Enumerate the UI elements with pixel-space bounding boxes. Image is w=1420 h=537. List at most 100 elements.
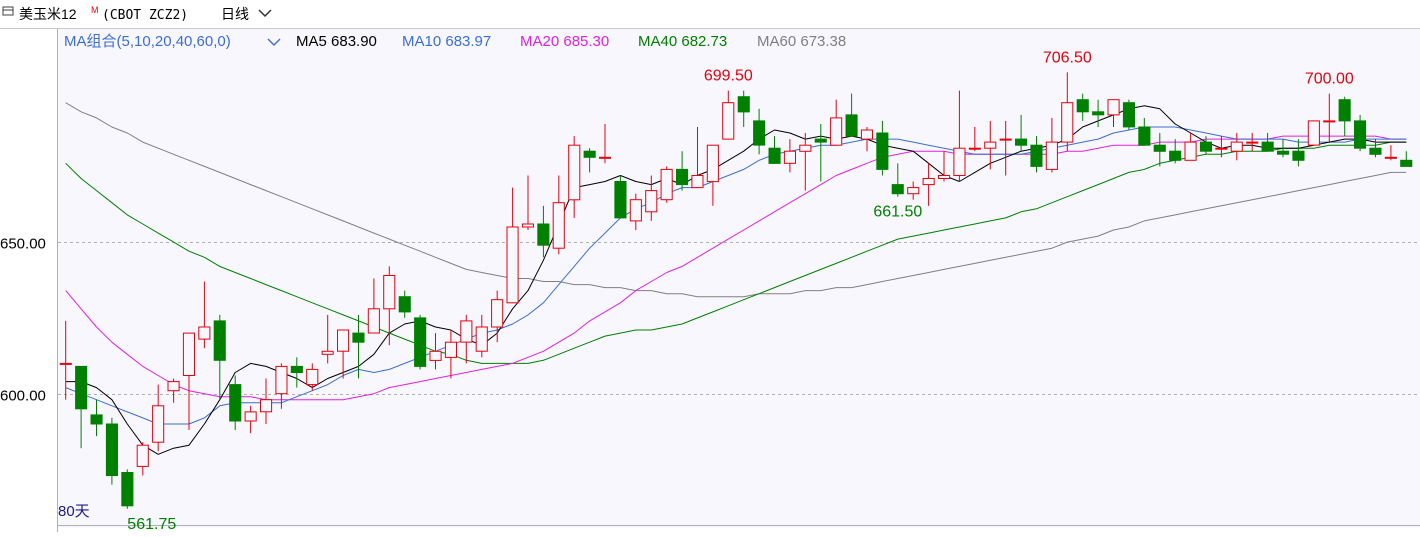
candle-body-up — [198, 326, 211, 340]
candle-body-down — [1138, 126, 1151, 146]
candle-body-up — [1384, 156, 1397, 159]
title-bar-content: 美玉米12 M (CBOT ZCZ2) 日线 — [2, 5, 272, 23]
candle-body-up — [59, 362, 72, 365]
candle-body-up — [506, 226, 519, 304]
candle-body-up — [1307, 120, 1320, 146]
candle-body-up — [306, 368, 319, 386]
candle-body-down — [537, 223, 550, 246]
candle-body-down — [1153, 144, 1166, 152]
chart-canvas[interactable]: 美玉米12 M (CBOT ZCZ2) 日线 650.00 600.00 699.… — [0, 0, 1420, 533]
candle-body-up — [938, 175, 951, 179]
high-price-label: 699.50 — [704, 68, 753, 85]
candle-body-down — [1169, 150, 1182, 161]
candle-body-down — [90, 414, 103, 425]
candle-body-up — [645, 190, 658, 213]
candle-body-up — [1184, 141, 1197, 161]
high-price-label: 700.00 — [1305, 71, 1354, 88]
candle-body-up — [475, 326, 488, 352]
candle-body-down — [768, 147, 781, 164]
candle-body-up — [429, 350, 442, 361]
candle-body-up — [953, 147, 966, 176]
candle-body-down — [676, 168, 689, 186]
candle-body-down — [753, 120, 766, 146]
candle-body-up — [907, 187, 920, 195]
candle-body-up — [1061, 102, 1074, 143]
candle-body-up — [629, 199, 642, 222]
candle-body-up — [460, 320, 473, 343]
instrument-code: (CBOT ZCZ2) — [102, 8, 188, 23]
candle-body-down — [891, 184, 904, 195]
title-bar — [0, 0, 1420, 28]
candle-body-down — [1122, 102, 1136, 128]
candle-body-down — [1076, 99, 1089, 113]
high-price-label: 706.50 — [1043, 49, 1092, 66]
candle-body-down — [1354, 120, 1367, 149]
candle-body-down — [814, 138, 827, 143]
candle-body-up — [321, 350, 334, 355]
candle-body-down — [1277, 150, 1290, 155]
candle-body-down — [1030, 144, 1043, 167]
ma5-legend: MA5 683.90 — [296, 33, 377, 50]
candle-body-down — [352, 332, 365, 343]
candle-body-up — [521, 223, 535, 228]
candle-body-up — [552, 202, 565, 249]
y-tick-label: 650.00 — [0, 236, 46, 253]
candle-body-down — [1292, 150, 1305, 161]
candle-body-up — [999, 138, 1012, 141]
candle-body-up — [922, 178, 935, 186]
candle-body-down — [1092, 111, 1105, 116]
candle-body-up — [830, 117, 843, 146]
candle-body-down — [845, 114, 858, 137]
candle-body-down — [583, 150, 596, 158]
instrument-superscript: M — [91, 5, 99, 15]
candle — [1122, 99, 1136, 130]
candle-body-up — [260, 399, 273, 413]
candle-body-up — [706, 144, 719, 183]
candle-body-up — [660, 168, 673, 201]
candle-body-down — [229, 384, 242, 422]
candle-body-up — [1323, 120, 1336, 123]
candle-body-up — [799, 144, 812, 152]
candle-body-up — [1107, 99, 1120, 116]
candle-body-up — [984, 141, 997, 149]
y-tick-label: 600.00 — [0, 388, 46, 405]
candle-body-down — [213, 320, 226, 361]
candle — [414, 314, 427, 370]
candle-body-up — [968, 147, 981, 150]
candle-body-down — [414, 317, 427, 367]
candle-body-up — [860, 129, 874, 140]
range-label: 80天 — [58, 503, 90, 520]
candle-body-up — [444, 341, 457, 358]
candle — [660, 166, 673, 203]
kline-chart[interactable]: 美玉米12 M (CBOT ZCZ2) 日线 650.00 600.00 699.… — [0, 0, 1420, 533]
candle-body-down — [1400, 159, 1413, 167]
candle-body-down — [876, 132, 889, 170]
candle-body-up — [337, 329, 350, 352]
ma20-legend: MA20 685.30 — [520, 33, 609, 50]
candle-body-up — [691, 175, 704, 189]
candle-body-down — [1338, 99, 1351, 122]
candle — [614, 175, 627, 219]
candle — [1307, 120, 1320, 146]
instrument-name: 美玉米12 — [19, 6, 77, 22]
candle-body-up — [722, 102, 735, 140]
candle — [105, 417, 119, 485]
candle-body-up — [568, 144, 581, 201]
candle-body-down — [121, 472, 134, 507]
candle-body-up — [599, 156, 612, 159]
candle-body-up — [136, 444, 149, 467]
ma10-legend: MA10 683.97 — [402, 33, 491, 50]
candle-body-up — [182, 332, 195, 377]
period-label: 日线 — [221, 6, 249, 22]
candle-body-down — [290, 365, 303, 373]
low-price-label: 561.75 — [127, 516, 176, 532]
candle-body-down — [398, 296, 411, 313]
candle-body-down — [737, 96, 750, 113]
candle-body-up — [491, 299, 504, 328]
candle-body-up — [275, 365, 288, 395]
candle-body-up — [167, 381, 180, 392]
candle-body-up — [152, 405, 165, 443]
candle-body-down — [1369, 147, 1382, 155]
candle-body-up — [383, 275, 396, 310]
candle-body-up — [1230, 141, 1243, 152]
